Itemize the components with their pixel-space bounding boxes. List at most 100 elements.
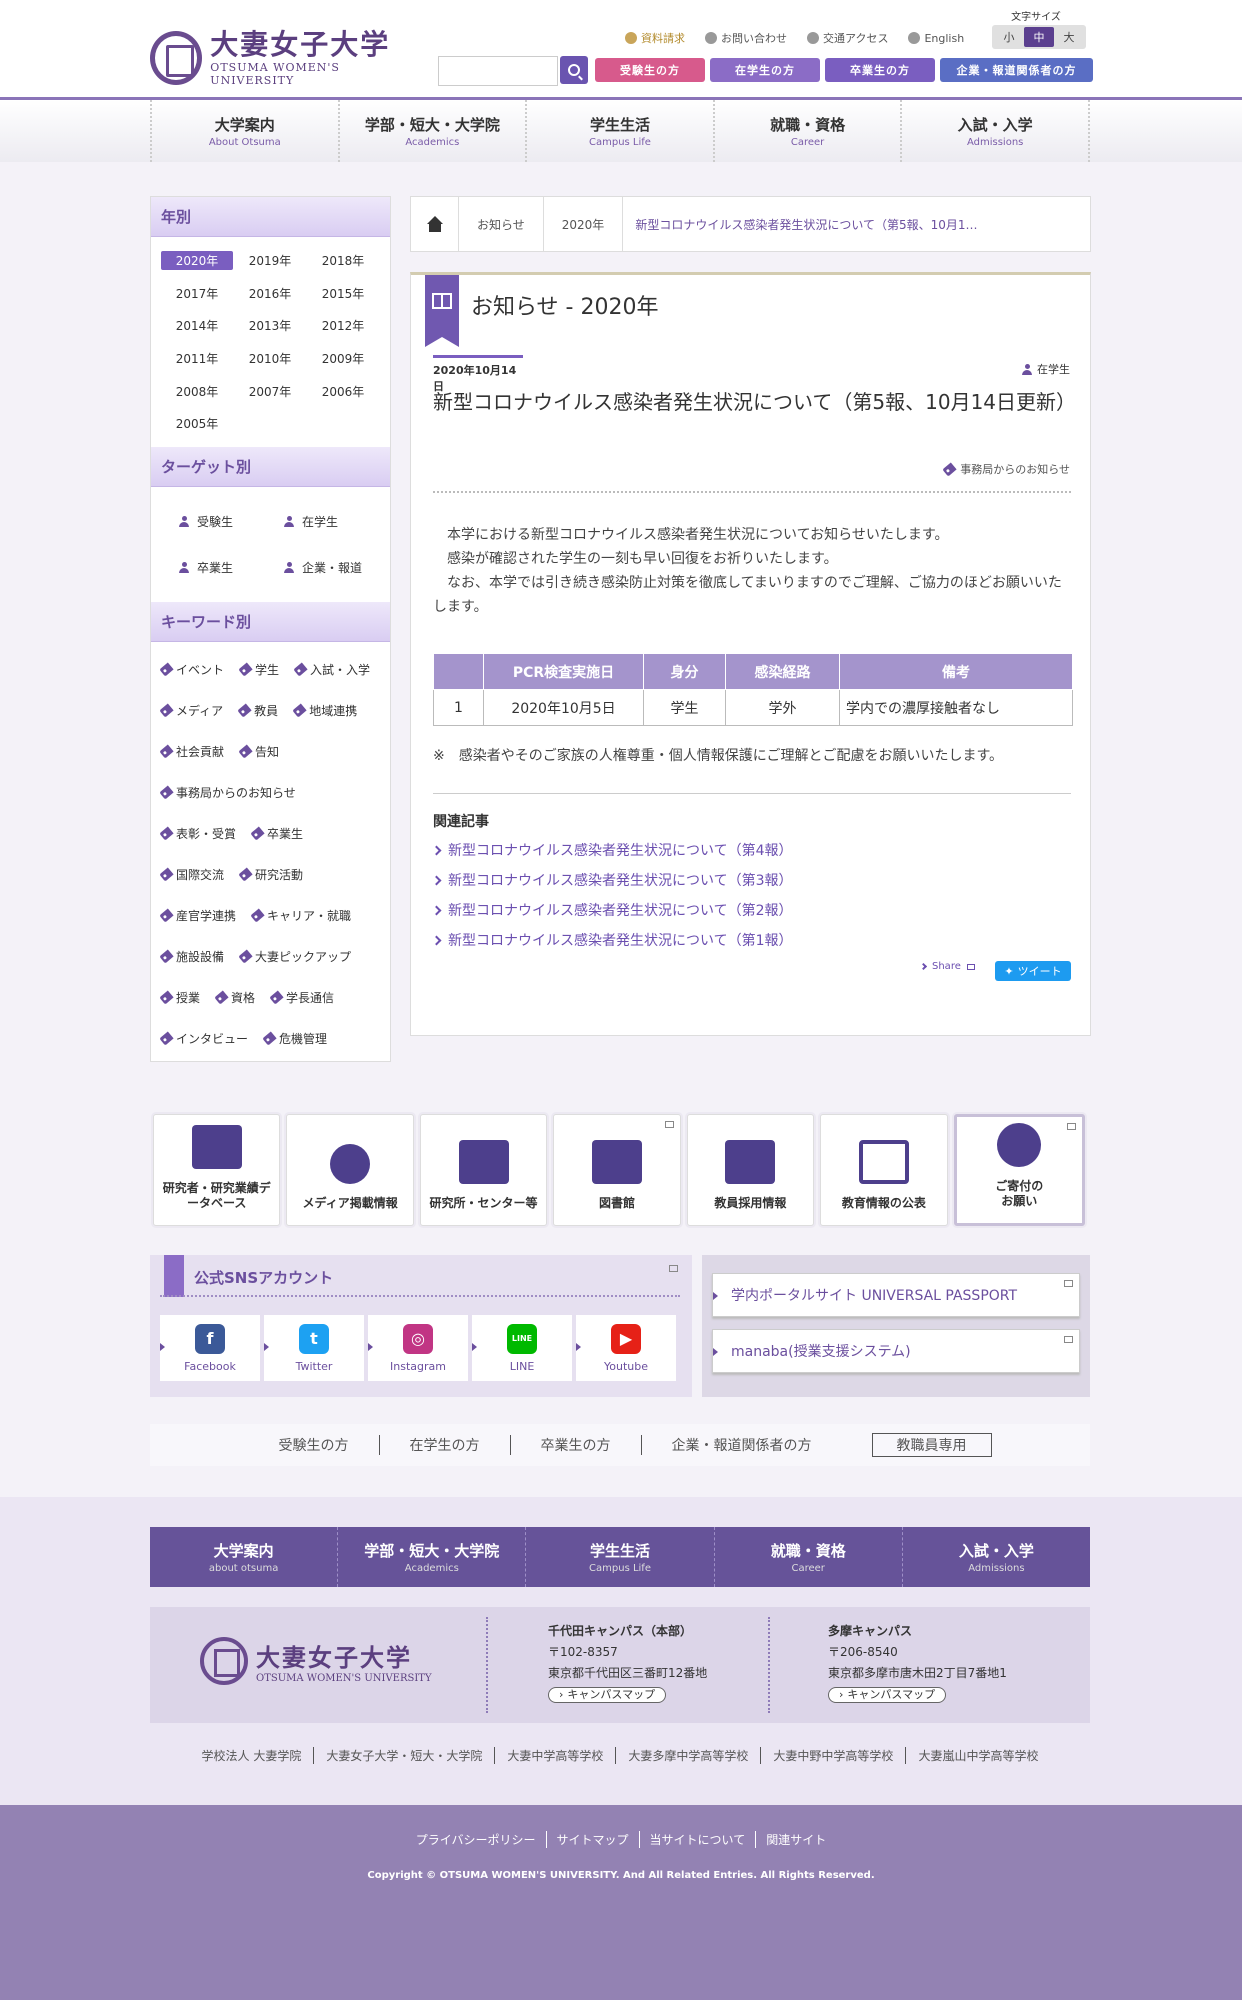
year-link[interactable]: 2011年 (161, 349, 233, 368)
breadcrumb-year[interactable]: 2020年 (544, 197, 624, 251)
audbar-prospective[interactable]: 受験生の方 (249, 1435, 380, 1455)
campus-map-button[interactable]: › キャンパスマップ (828, 1686, 947, 1703)
keyword-tag[interactable]: 産官学連携 (159, 906, 236, 925)
target-link[interactable]: 受験生 (171, 509, 276, 535)
year-link[interactable]: 2008年 (161, 382, 233, 401)
target-link[interactable]: 企業・報道 (276, 555, 381, 581)
font-size-small-button[interactable]: 小 (994, 27, 1024, 47)
year-link[interactable]: 2015年 (307, 284, 379, 303)
audience-corporate-button[interactable]: 企業・報道関係者の方 (940, 58, 1093, 82)
year-link[interactable]: 2009年 (307, 349, 379, 368)
keyword-tag[interactable]: 教員 (237, 701, 278, 720)
sns-link-twitter[interactable]: t Twitter (264, 1315, 364, 1381)
utility-request-materials[interactable]: 資料請求 (625, 30, 685, 46)
gnav-campus-life[interactable]: 学生生活 Campus Life (525, 100, 713, 162)
year-link[interactable]: 2016年 (234, 284, 306, 303)
gnav-career[interactable]: 就職・資格 Career (712, 100, 901, 162)
footer-link[interactable]: 当サイトについて (638, 1831, 756, 1848)
fnav-campus-life[interactable]: 学生生活 Campus Life (525, 1527, 713, 1587)
sns-link-instagram[interactable]: ◎ Instagram (368, 1315, 468, 1381)
keyword-tag[interactable]: 地域連携 (292, 701, 357, 720)
keyword-tag[interactable]: 表彰・受賞 (159, 824, 236, 843)
banner-media[interactable]: メディア掲載情報 (286, 1114, 414, 1226)
school-link[interactable]: 大妻嵐山中学高等学校 (905, 1747, 1050, 1764)
fnav-about[interactable]: 大学案内 about otsuma (150, 1527, 337, 1587)
keyword-tag[interactable]: 国際交流 (159, 865, 224, 884)
gnav-academics[interactable]: 学部・短大・大学院 Academics (337, 100, 526, 162)
keyword-tag[interactable]: 入試・入学 (293, 660, 370, 679)
year-link[interactable]: 2018年 (307, 251, 379, 270)
keyword-tag[interactable]: 事務局からのお知らせ (159, 783, 296, 802)
portal-universal-passport[interactable]: 学内ポータルサイト UNIVERSAL PASSPORT (712, 1273, 1080, 1317)
breadcrumb-news[interactable]: お知らせ (459, 197, 544, 251)
keyword-tag[interactable]: 学生 (238, 660, 279, 679)
year-link[interactable]: 2010年 (234, 349, 306, 368)
related-link[interactable]: 新型コロナウイルス感染者発生状況について（第4報） (431, 835, 1073, 865)
keyword-tag[interactable]: キャリア・就職 (250, 906, 351, 925)
search-button[interactable] (560, 56, 588, 84)
school-link[interactable]: 大妻中野中学高等学校 (760, 1747, 905, 1764)
keyword-tag[interactable]: 告知 (238, 742, 279, 761)
footer-logo[interactable]: 大妻女子大学 OTSUMA WOMEN'S UNIVERSITY (200, 1637, 432, 1685)
keyword-tag[interactable]: イベント (159, 660, 224, 679)
keyword-tag[interactable]: 社会貢献 (159, 742, 224, 761)
keyword-tag[interactable]: 学長通信 (269, 988, 334, 1007)
fnav-admissions[interactable]: 入試・入学 Admissions (901, 1527, 1090, 1587)
keyword-tag[interactable]: 授業 (159, 988, 200, 1007)
footer-link[interactable]: サイトマップ (545, 1831, 639, 1848)
footer-link[interactable]: プライバシーポリシー (406, 1831, 546, 1848)
target-link[interactable]: 在学生 (276, 509, 381, 535)
keyword-tag[interactable]: 危機管理 (262, 1029, 327, 1048)
audbar-current[interactable]: 在学生の方 (380, 1435, 511, 1455)
footer-link[interactable]: 関連サイト (755, 1831, 836, 1848)
gnav-admissions[interactable]: 入試・入学 Admissions (900, 100, 1090, 162)
breadcrumb-home[interactable] (411, 197, 459, 251)
keyword-tag[interactable]: メディア (159, 701, 223, 720)
fnav-academics[interactable]: 学部・短大・大学院 Academics (337, 1527, 525, 1587)
year-link[interactable]: 2006年 (307, 382, 379, 401)
search-input[interactable] (438, 56, 558, 86)
audience-current-button[interactable]: 在学生の方 (710, 58, 820, 82)
portal-manaba[interactable]: manaba(授業支援システム) (712, 1329, 1080, 1373)
share-link[interactable]: Share (919, 961, 975, 972)
font-size-large-button[interactable]: 大 (1054, 27, 1084, 47)
keyword-tag[interactable]: 研究活動 (238, 865, 303, 884)
audience-alumni-button[interactable]: 卒業生の方 (825, 58, 935, 82)
campus-map-button[interactable]: › キャンパスマップ (548, 1686, 667, 1703)
banner-researcher-db[interactable]: 研究者・研究業績データベース (153, 1114, 281, 1226)
year-link[interactable]: 2005年 (161, 414, 233, 433)
fnav-career[interactable]: 就職・資格 Career (713, 1527, 902, 1587)
target-link[interactable]: 卒業生 (171, 555, 276, 581)
font-size-medium-button[interactable]: 中 (1024, 27, 1054, 47)
sns-link-youtube[interactable]: ▶ Youtube (576, 1315, 676, 1381)
keyword-tag[interactable]: 大妻ピックアップ (238, 947, 351, 966)
year-link[interactable]: 2012年 (307, 316, 379, 335)
utility-english[interactable]: English (908, 30, 964, 46)
utility-access[interactable]: 交通アクセス (807, 30, 888, 46)
keyword-tag[interactable]: 施設設備 (159, 947, 224, 966)
banner-institutes[interactable]: 研究所・センター等 (419, 1114, 548, 1226)
year-link[interactable]: 2017年 (161, 284, 233, 303)
keyword-tag[interactable]: 資格 (214, 988, 255, 1007)
sns-link-facebook[interactable]: f Facebook (160, 1315, 260, 1381)
school-link[interactable]: 大妻中学高等学校 (494, 1747, 615, 1764)
keyword-tag[interactable]: インタビュー (159, 1029, 248, 1048)
year-link[interactable]: 2019年 (234, 251, 306, 270)
site-logo[interactable]: 大妻女子大学 OTSUMA WOMEN'S UNIVERSITY (150, 27, 420, 89)
sns-link-line[interactable]: LINE LINE (472, 1315, 572, 1381)
article-target[interactable]: 在学生 (1022, 361, 1070, 377)
gnav-about[interactable]: 大学案内 About Otsuma (150, 100, 338, 162)
year-link[interactable]: 2014年 (161, 316, 233, 335)
year-link[interactable]: 2013年 (234, 316, 306, 335)
audbar-staff-only[interactable]: 教職員専用 (871, 1433, 992, 1457)
school-link[interactable]: 学校法人 大妻学院 (190, 1747, 314, 1764)
tweet-button[interactable]: ✦ ツイート (995, 961, 1071, 981)
related-link[interactable]: 新型コロナウイルス感染者発生状況について（第3報） (431, 865, 1073, 895)
banner-education-info[interactable]: 教育情報の公表 (820, 1114, 948, 1226)
article-category[interactable]: 事務局からのお知らせ (942, 461, 1070, 477)
banner-donation[interactable]: ご寄付のお願い (953, 1114, 1085, 1226)
audbar-alumni[interactable]: 卒業生の方 (511, 1435, 642, 1455)
year-link[interactable]: 2007年 (234, 382, 306, 401)
related-link[interactable]: 新型コロナウイルス感染者発生状況について（第2報） (431, 895, 1073, 925)
related-link[interactable]: 新型コロナウイルス感染者発生状況について（第1報） (431, 925, 1073, 955)
